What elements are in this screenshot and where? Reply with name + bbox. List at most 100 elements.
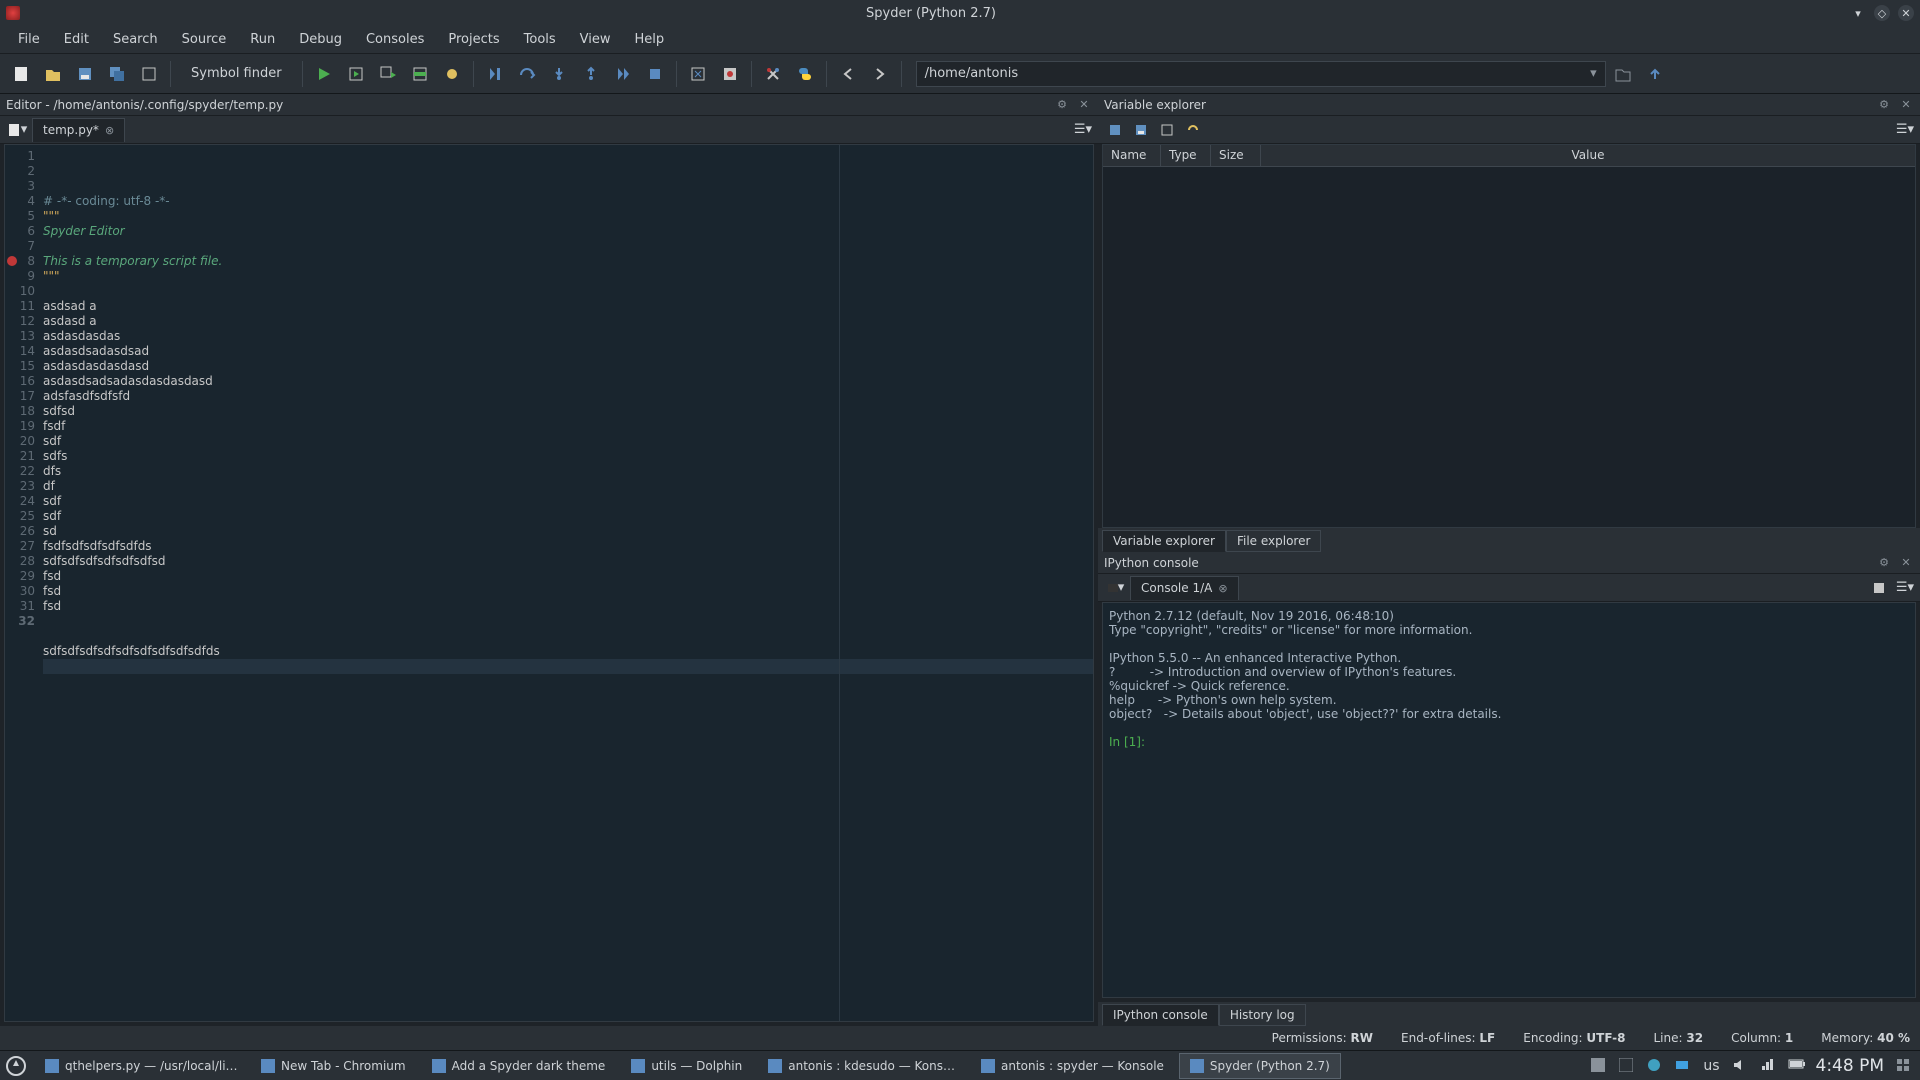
tray-icon[interactable] (1591, 1058, 1607, 1074)
ipython-options-icon[interactable]: ⚙ (1876, 555, 1892, 571)
tray-icon[interactable] (1619, 1058, 1635, 1074)
editor-area[interactable]: 1234567891011121314151617181920212223242… (4, 144, 1094, 1022)
editor-tab-close-icon[interactable]: ⊗ (105, 124, 114, 137)
var-import-button[interactable] (1104, 119, 1126, 141)
menu-view[interactable]: View (568, 28, 623, 51)
fullscreen-button[interactable] (715, 59, 745, 89)
console-stop-button[interactable] (1870, 579, 1888, 597)
back-button[interactable] (833, 59, 863, 89)
console-switcher-button[interactable]: ▾ (1104, 577, 1126, 599)
app-icon (261, 1059, 275, 1073)
symbol-finder[interactable]: Symbol finder (177, 66, 296, 81)
debug-step-into-button[interactable] (544, 59, 574, 89)
menu-file[interactable]: File (6, 28, 52, 51)
debug-continue-button[interactable] (608, 59, 638, 89)
taskbar-item[interactable]: antonis : spyder — Konsole (970, 1053, 1175, 1079)
run-settings-button[interactable] (437, 59, 467, 89)
console-menu-icon[interactable]: ☰▾ (1896, 579, 1914, 597)
system-taskbar: qthelpers.py — /usr/local/li…New Tab - C… (0, 1050, 1920, 1080)
maximize-button[interactable]: ◇ (1874, 5, 1890, 21)
run-cell-button[interactable] (341, 59, 371, 89)
menu-consoles[interactable]: Consoles (354, 28, 436, 51)
menubar: FileEditSearchSourceRunDebugConsolesProj… (0, 26, 1920, 54)
taskbar-item[interactable]: Spyder (Python 2.7) (1179, 1053, 1341, 1079)
network-icon[interactable] (1760, 1058, 1776, 1074)
editor-tab[interactable]: temp.py* ⊗ (32, 118, 125, 142)
file-switcher-button[interactable]: ▾ (6, 119, 28, 141)
menu-projects[interactable]: Projects (436, 28, 511, 51)
app-icon (45, 1059, 59, 1073)
var-column-type[interactable]: Type (1161, 145, 1211, 166)
menu-search[interactable]: Search (101, 28, 170, 51)
var-explorer-options-icon[interactable]: ⚙ (1876, 97, 1892, 113)
var-refresh-button[interactable] (1182, 119, 1204, 141)
var-save-button[interactable] (1130, 119, 1152, 141)
debug-step-out-button[interactable] (576, 59, 606, 89)
run-button[interactable] (309, 59, 339, 89)
tray-icon[interactable] (1675, 1058, 1691, 1074)
debug-button[interactable] (480, 59, 510, 89)
run-selection-button[interactable] (405, 59, 435, 89)
keyboard-layout[interactable]: us (1703, 1058, 1719, 1074)
minimize-button[interactable]: ▾ (1850, 5, 1866, 21)
var-column-name[interactable]: Name (1103, 145, 1161, 166)
menu-source[interactable]: Source (170, 28, 239, 51)
working-dir-input[interactable]: /home/antonis▾ (916, 61, 1606, 87)
volume-icon[interactable] (1732, 1058, 1748, 1074)
error-marker-icon[interactable] (7, 256, 17, 266)
browse-button[interactable] (134, 59, 164, 89)
menu-debug[interactable]: Debug (287, 28, 354, 51)
start-menu-button[interactable] (2, 1053, 30, 1079)
var-save-as-button[interactable] (1156, 119, 1178, 141)
battery-icon[interactable] (1788, 1058, 1804, 1074)
chevron-down-icon[interactable]: ▾ (1590, 66, 1597, 81)
menu-run[interactable]: Run (238, 28, 287, 51)
editor-tab-options-icon[interactable]: ☰▾ (1074, 121, 1092, 139)
save-all-button[interactable] (102, 59, 132, 89)
ipython-title: IPython console ⚙ ✕ (1098, 552, 1920, 574)
tray-icon[interactable] (1647, 1058, 1663, 1074)
close-window-button[interactable]: ✕ (1898, 5, 1914, 21)
run-cell-advance-button[interactable] (373, 59, 403, 89)
console-output[interactable]: Python 2.7.12 (default, Nov 19 2016, 06:… (1102, 602, 1916, 998)
parent-dir-button[interactable] (1640, 59, 1670, 89)
tab-variable-explorer[interactable]: Variable explorer (1102, 530, 1226, 552)
console-tab[interactable]: Console 1/A ⊗ (1130, 576, 1239, 600)
editor-options-icon[interactable]: ⚙ (1054, 97, 1070, 113)
browse-dir-button[interactable] (1608, 59, 1638, 89)
code-area[interactable]: # -*- coding: utf-8 -*-"""Spyder EditorT… (39, 145, 1093, 1021)
menu-edit[interactable]: Edit (52, 28, 101, 51)
save-file-button[interactable] (70, 59, 100, 89)
clock[interactable]: 4:48 PM (1816, 1056, 1885, 1076)
debug-stop-button[interactable] (640, 59, 670, 89)
tab-ipython-console[interactable]: IPython console (1102, 1004, 1219, 1026)
taskbar-item[interactable]: New Tab - Chromium (250, 1053, 417, 1079)
editor-tab-label: temp.py* (43, 123, 99, 137)
status-eol: End-of-lines: LF (1401, 1031, 1495, 1045)
taskbar-item[interactable]: antonis : kdesudo — Kons… (757, 1053, 966, 1079)
var-column-value[interactable]: Value (1261, 145, 1915, 166)
var-column-size[interactable]: Size (1211, 145, 1261, 166)
menu-tools[interactable]: Tools (512, 28, 568, 51)
debug-step-over-button[interactable] (512, 59, 542, 89)
taskbar-item[interactable]: qthelpers.py — /usr/local/li… (34, 1053, 246, 1079)
maximize-pane-button[interactable] (683, 59, 713, 89)
open-file-button[interactable] (38, 59, 68, 89)
menu-help[interactable]: Help (623, 28, 677, 51)
taskbar-item[interactable]: Add a Spyder dark theme (421, 1053, 617, 1079)
forward-button[interactable] (865, 59, 895, 89)
tab-file-explorer[interactable]: File explorer (1226, 530, 1321, 552)
editor-close-icon[interactable]: ✕ (1076, 97, 1092, 113)
var-explorer-close-icon[interactable]: ✕ (1898, 97, 1914, 113)
preferences-button[interactable] (758, 59, 788, 89)
show-desktop-button[interactable] (1896, 1058, 1912, 1074)
var-explorer-table: NameTypeSizeValue (1102, 144, 1916, 528)
console-tab-close-icon[interactable]: ⊗ (1218, 582, 1227, 595)
var-explorer-menu-icon[interactable]: ☰▾ (1896, 121, 1914, 139)
new-file-button[interactable] (6, 59, 36, 89)
python-path-button[interactable] (790, 59, 820, 89)
tab-history-log[interactable]: History log (1219, 1004, 1306, 1026)
taskbar-item[interactable]: utils — Dolphin (620, 1053, 753, 1079)
console-tab-label: Console 1/A (1141, 581, 1212, 595)
ipython-close-icon[interactable]: ✕ (1898, 555, 1914, 571)
